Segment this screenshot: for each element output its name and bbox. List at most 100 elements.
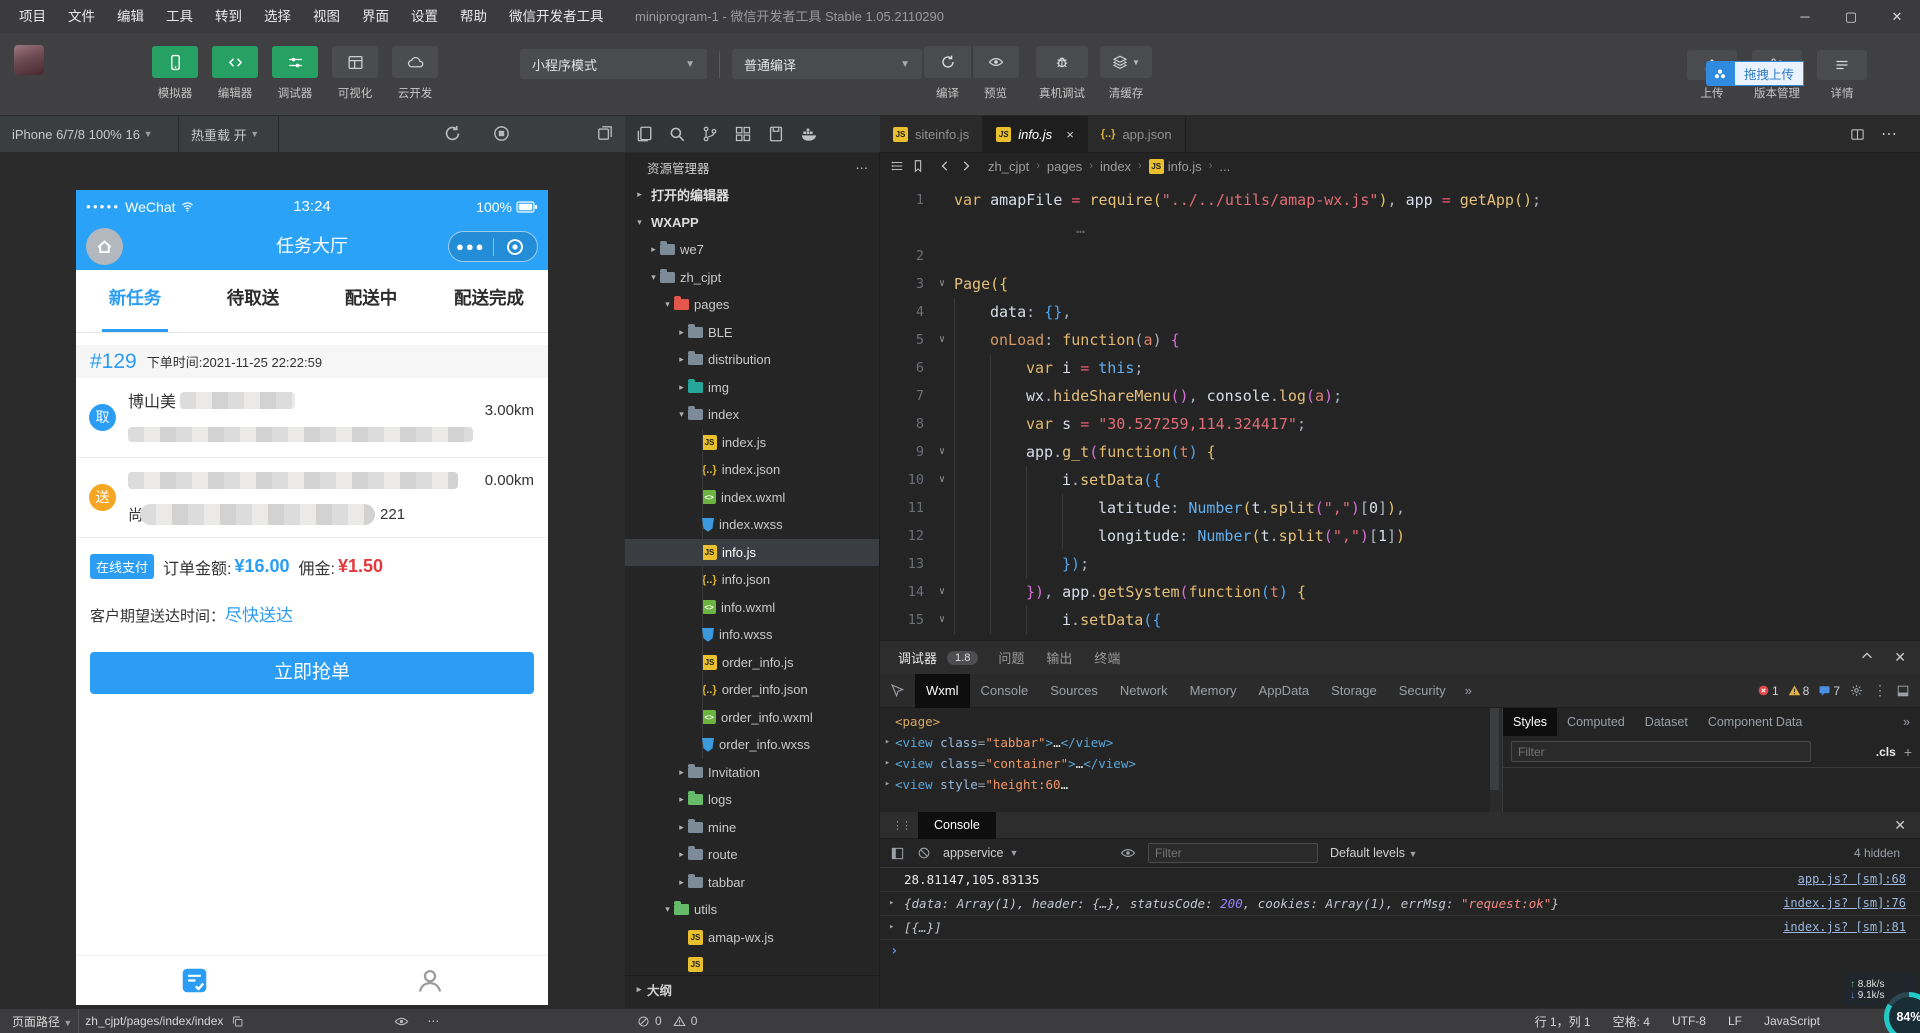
action-button-预览[interactable] <box>972 46 1019 78</box>
expand-caret-icon[interactable]: ▸ <box>889 892 894 915</box>
tree-item-tabbar[interactable]: ▸tabbar <box>625 869 880 897</box>
file-icon[interactable] <box>767 125 785 143</box>
hot-reload-toggle[interactable]: 热重载 开 ▼ <box>179 116 271 152</box>
problems-summary[interactable]: 0 0 <box>637 1014 697 1028</box>
editor-more-icon[interactable]: ⋯ <box>1881 124 1898 144</box>
info-count-badge[interactable]: 7 <box>1818 684 1840 698</box>
devtools-tab-Security[interactable]: Security <box>1388 674 1457 708</box>
branch-icon[interactable] <box>701 125 719 143</box>
menu-item-3[interactable]: 工具 <box>155 0 204 33</box>
docker-icon[interactable] <box>800 125 818 143</box>
toolbar-button-调试器[interactable] <box>272 46 318 78</box>
panel-tab-终端[interactable]: 终端 <box>1094 648 1120 667</box>
devtools-tab-Network[interactable]: Network <box>1109 674 1179 708</box>
fold-chevron-icon[interactable]: ∨ <box>930 270 954 298</box>
menu-item-7[interactable]: 界面 <box>351 0 400 33</box>
bookmark-icon[interactable] <box>911 159 925 173</box>
tree-item-order_info.wxml[interactable]: <>order_info.wxml <box>625 704 880 732</box>
stop-icon[interactable] <box>492 124 511 143</box>
inspect-element-icon[interactable] <box>880 683 915 698</box>
error-count-badge[interactable]: 1 <box>1757 684 1779 698</box>
close-tab-icon[interactable]: × <box>1066 127 1074 142</box>
grid-icon[interactable] <box>734 125 752 143</box>
element-node-1[interactable]: ▸<view class="tabbar">…</view> <box>880 732 1490 753</box>
menu-item-0[interactable]: 项目 <box>8 0 57 33</box>
tree-item-order_info.json[interactable]: {..}order_info.json <box>625 676 880 704</box>
outline-icon[interactable] <box>890 159 904 173</box>
action-button-真机调试[interactable] <box>1036 46 1088 78</box>
files-icon[interactable] <box>635 125 653 143</box>
fold-chevron-icon[interactable]: ∨ <box>930 466 954 494</box>
menu-item-8[interactable]: 设置 <box>400 0 449 33</box>
task-tab-新任务[interactable]: 新任务 <box>76 270 194 332</box>
action-button-编译[interactable] <box>924 46 971 78</box>
tree-item-order_info.js[interactable]: JSorder_info.js <box>625 649 880 677</box>
breadcrumb-item-index[interactable]: index <box>1100 159 1131 174</box>
devtools-tab-Memory[interactable]: Memory <box>1179 674 1248 708</box>
expand-caret-icon[interactable]: ▸ <box>880 774 895 795</box>
console-log-row-0[interactable]: 28.81147,105.83135app.js? [sm]:68 <box>880 868 1920 892</box>
devtools-tab-overflow-icon[interactable]: » <box>1457 683 1480 698</box>
expand-caret-icon[interactable]: ▸ <box>880 732 895 753</box>
nav-back-icon[interactable] <box>938 159 952 173</box>
drag-upload-hint[interactable]: 拖拽上传 <box>1706 61 1804 86</box>
clear-console-icon[interactable] <box>917 846 931 860</box>
profile-tab-icon[interactable] <box>312 956 548 1005</box>
tree-item-WXAPP[interactable]: ▾WXAPP <box>625 209 880 237</box>
eye-icon[interactable] <box>1120 845 1136 861</box>
styles-tab-overflow-icon[interactable]: » <box>1893 715 1920 729</box>
tree-item-utils[interactable]: ▾utils <box>625 896 880 924</box>
expect-value-link[interactable]: 尽快送达 <box>225 606 293 625</box>
styles-tab-Dataset[interactable]: Dataset <box>1635 708 1698 736</box>
fold-ellipsis[interactable]: … <box>1076 214 1085 242</box>
grab-order-button[interactable]: 立即抢单 <box>90 652 534 694</box>
tree-item-index[interactable]: ▾index <box>625 401 880 429</box>
sidebar-toggle-icon[interactable] <box>890 846 905 861</box>
element-node-3[interactable]: ▸<view style="height:60… <box>880 774 1490 795</box>
copy-icon[interactable] <box>231 1015 244 1028</box>
encoding[interactable]: UTF-8 <box>1672 1014 1706 1028</box>
toolbar-button-模拟器[interactable] <box>152 46 198 78</box>
devtools-settings-icon[interactable] <box>1849 683 1864 698</box>
tree-item-distribution[interactable]: ▸distribution <box>625 346 880 374</box>
tab-debugger[interactable]: 调试器 <box>898 648 937 667</box>
devtools-tab-Sources[interactable]: Sources <box>1039 674 1109 708</box>
language-mode[interactable]: JavaScript <box>1764 1014 1820 1028</box>
add-style-icon[interactable]: + <box>1904 744 1912 760</box>
menu-item-5[interactable]: 选择 <box>253 0 302 33</box>
breadcrumb-item-...[interactable]: ... <box>1219 159 1230 174</box>
tree-item-info.wxml[interactable]: <>info.wxml <box>625 594 880 622</box>
menu-item-9[interactable]: 帮助 <box>449 0 498 33</box>
tab-console[interactable]: Console <box>918 812 996 839</box>
close-console-icon[interactable]: ✕ <box>1894 817 1920 834</box>
levels-select[interactable]: Default levels ▼ <box>1330 846 1417 860</box>
element-node-0[interactable]: <page> <box>880 711 1490 732</box>
breadcrumb-item-pages[interactable]: pages <box>1047 159 1082 174</box>
cursor-position[interactable]: 行 1，列 1 <box>1535 1013 1591 1030</box>
detach-window-icon[interactable] <box>596 124 614 142</box>
tree-item-info.js[interactable]: JSinfo.js <box>625 539 880 567</box>
toolbar-button-云开发[interactable] <box>392 46 438 78</box>
devtools-tab-AppData[interactable]: AppData <box>1248 674 1321 708</box>
deliver-block[interactable]: 送 尚221 0.00km <box>76 458 548 537</box>
source-link[interactable]: index.js? [sm]:81 <box>1783 916 1906 939</box>
task-tab-配送中[interactable]: 配送中 <box>312 270 430 332</box>
minimize-button[interactable]: ─ <box>1782 0 1828 33</box>
toolbar-button-可视化[interactable] <box>332 46 378 78</box>
menu-item-4[interactable]: 转到 <box>204 0 253 33</box>
expand-caret-icon[interactable]: ▸ <box>880 753 895 774</box>
editor-tab-app.json[interactable]: {..}app.json <box>1088 116 1186 152</box>
tree-item-info.json[interactable]: {..}info.json <box>625 566 880 594</box>
close-button[interactable]: ✕ <box>1874 0 1920 33</box>
drag-handle-icon[interactable]: ⋮⋮ <box>880 819 918 832</box>
home-button[interactable] <box>86 228 123 265</box>
panel-tab-输出[interactable]: 输出 <box>1046 648 1072 667</box>
editor-tab-info.js[interactable]: JSinfo.js× <box>983 116 1088 152</box>
status-more-icon[interactable]: ⋯ <box>427 1014 440 1028</box>
search-icon[interactable] <box>668 125 686 143</box>
styles-filter-input[interactable] <box>1511 741 1811 762</box>
tree-item-BLE[interactable]: ▸BLE <box>625 319 880 347</box>
devtools-tab-Console[interactable]: Console <box>970 674 1040 708</box>
source-link[interactable]: app.js? [sm]:68 <box>1798 868 1906 891</box>
styles-tab-Component Data[interactable]: Component Data <box>1698 708 1813 736</box>
